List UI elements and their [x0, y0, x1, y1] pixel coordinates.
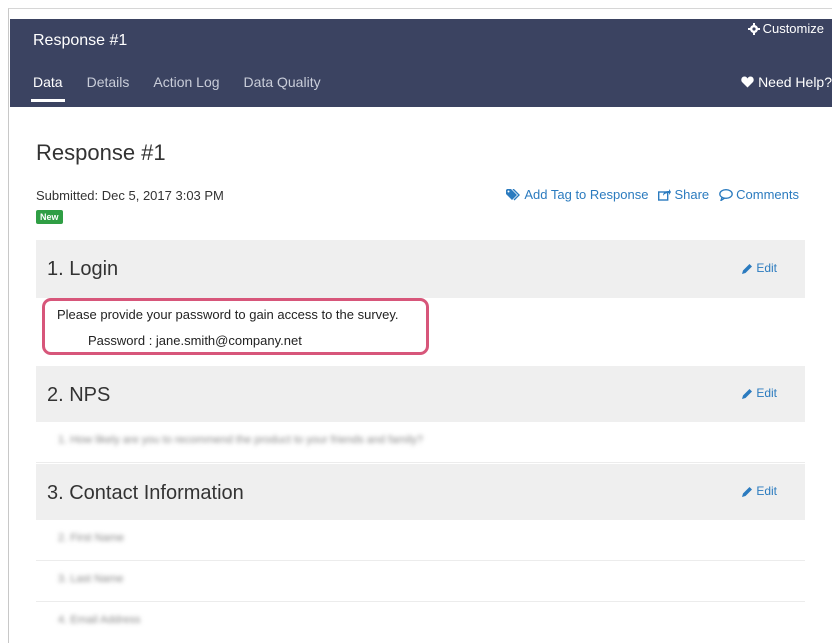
comments-button[interactable]: Comments — [719, 187, 799, 202]
tab-bar: Data Details Action Log Data Quality — [31, 74, 345, 102]
edit-contact-button[interactable]: Edit — [742, 484, 777, 498]
submitted-timestamp: Submitted: Dec 5, 2017 3:03 PM — [36, 188, 224, 203]
pencil-icon — [742, 486, 753, 497]
tab-data[interactable]: Data — [31, 74, 65, 102]
header-bar: Response #1 Customize Data Details Actio… — [10, 19, 832, 107]
section-title: 2. NPS — [47, 384, 111, 406]
section-login-header: 1. Login Edit — [36, 240, 805, 298]
edit-label: Edit — [756, 484, 777, 498]
list-item: 4. Email Address — [36, 602, 805, 642]
page-title: Response #1 — [36, 140, 166, 165]
customize-button[interactable]: Customize — [747, 21, 824, 36]
heart-icon — [741, 76, 754, 88]
add-tag-button[interactable]: Add Tag to Response — [506, 187, 648, 202]
need-help-label: Need Help? — [758, 74, 832, 90]
blurred-question: 3. Last Name — [58, 573, 124, 585]
pencil-icon — [742, 263, 753, 274]
comments-label: Comments — [736, 187, 799, 202]
section-contact-header: 3. Contact Information Edit — [36, 464, 805, 520]
list-item: 3. Last Name — [36, 561, 805, 602]
edit-login-button[interactable]: Edit — [742, 261, 777, 275]
blurred-question: 2. First Name — [58, 532, 125, 544]
tab-action-log[interactable]: Action Log — [153, 74, 219, 100]
share-label: Share — [674, 187, 710, 202]
tab-data-quality[interactable]: Data Quality — [244, 74, 321, 100]
customize-label: Customize — [762, 21, 824, 36]
edit-label: Edit — [756, 386, 777, 400]
list-item: 1. How likely are you to recommend the p… — [36, 422, 805, 463]
edit-label: Edit — [756, 261, 777, 275]
section-title: 1. Login — [47, 258, 119, 280]
list-item: 2. First Name — [36, 520, 805, 561]
share-icon — [658, 188, 672, 201]
edit-nps-button[interactable]: Edit — [742, 386, 777, 400]
gear-icon — [747, 22, 760, 35]
status-badge: New — [36, 210, 63, 224]
comment-icon — [719, 188, 733, 201]
share-button[interactable]: Share — [658, 187, 709, 202]
tag-icon — [506, 188, 521, 201]
need-help-button[interactable]: Need Help? — [741, 74, 832, 90]
tab-details[interactable]: Details — [87, 74, 130, 100]
header-title: Response #1 — [33, 32, 128, 49]
pencil-icon — [742, 388, 753, 399]
add-tag-label: Add Tag to Response — [524, 187, 649, 202]
section-nps-header: 2. NPS Edit — [36, 366, 805, 422]
answer-text: Password : jane.smith@company.net — [88, 333, 302, 348]
blurred-question: 4. Email Address — [58, 614, 141, 626]
section-title: 3. Contact Information — [47, 482, 244, 504]
question-text: Please provide your password to gain acc… — [57, 307, 399, 322]
response-actions: Add Tag to Response Share Comments — [506, 187, 799, 202]
blurred-question: 1. How likely are you to recommend the p… — [58, 434, 424, 446]
